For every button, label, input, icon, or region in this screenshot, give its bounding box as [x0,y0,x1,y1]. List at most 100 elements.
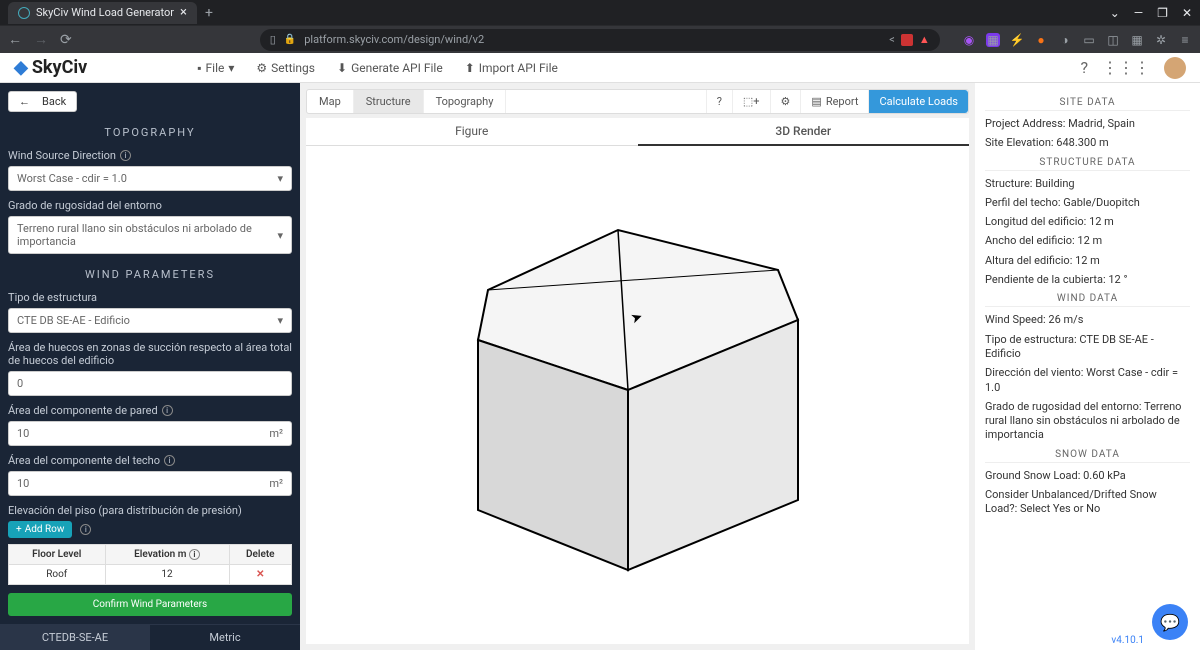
section-site-data: SITE DATA [985,97,1190,111]
maximize-icon[interactable]: ❐ [1157,6,1168,20]
area-pared-input[interactable] [8,421,261,446]
area-pared-label: Área del componente de paredi [8,404,292,417]
view-tabs: Figure 3D Render [306,118,969,146]
ext-icon[interactable]: ◫ [1106,33,1120,47]
warn-icon[interactable]: ▲ [919,33,930,46]
ext-icon[interactable]: ● [1034,33,1048,47]
info-icon[interactable]: i [120,150,131,161]
tipo-select[interactable]: CTE DB SE-AE - Edificio▾ [8,308,292,333]
building-height: Altura del edificio: 12 m [985,254,1190,268]
logo[interactable]: ◆ SkyCiv [14,57,87,78]
info-icon[interactable]: i [164,455,175,466]
minimize-icon[interactable]: ― [1134,6,1143,20]
back-icon[interactable]: ← [8,31,22,48]
address-bar: ← → ⟳ ▯ 🔒 platform.skyciv.com/design/win… [0,25,1200,53]
ext-icon[interactable]: ⚡ [1010,33,1024,47]
share-icon[interactable]: < [889,33,895,46]
forward-icon[interactable]: → [34,31,48,48]
wind-direction-select[interactable]: Worst Case - cdir = 1.0▾ [8,166,292,191]
reload-icon[interactable]: ⟳ [60,32,72,48]
code-tab[interactable]: CTEDB-SE-AE [0,625,150,650]
add-model-button[interactable]: ⬚+ [732,90,770,113]
th-elev: Elevation m i [105,545,229,565]
menu-icon[interactable]: ≡ [1178,33,1192,47]
project-address: Project Address: Madrid, Spain [985,117,1190,131]
file-icon: ▪ [197,61,201,75]
url-box[interactable]: ▯ 🔒 platform.skyciv.com/design/wind/v2 <… [260,29,940,51]
browser-tab[interactable]: SkyCiv Wind Load Generator × [8,2,197,24]
section-snow-data: SNOW DATA [985,449,1190,463]
add-row-button[interactable]: +Add Row [8,521,72,538]
info-icon[interactable]: i [80,524,91,535]
ext-icon[interactable]: ▦ [986,33,1000,47]
lock-icon: 🔒 [284,34,296,45]
right-panel: SITE DATA Project Address: Madrid, Spain… [975,83,1200,650]
figure-tab[interactable]: Figure [306,118,638,146]
area-huecos-input[interactable] [8,371,292,396]
sidebar: ←Back TOPOGRAPHY Wind Source Directioni … [0,83,300,650]
avatar[interactable] [1164,57,1186,79]
center-pane: Map Structure Topography ? ⬚+ ⚙ ▤Report … [300,83,975,650]
upload-icon: ⬆ [465,61,475,75]
wind-structure-type: Tipo de estructura: CTE DB SE-AE - Edifi… [985,333,1190,362]
delete-row-icon[interactable]: ✕ [256,569,264,580]
info-icon[interactable]: i [162,405,173,416]
3d-canvas[interactable]: ➤ [306,146,969,644]
ext-icon[interactable]: ▭ [1082,33,1096,47]
import-api-button[interactable]: ⬆Import API File [465,61,558,75]
chevron-down-icon: ▾ [277,172,283,185]
rugosidad-label: Grado de rugosidad del entorno [8,199,292,212]
ext-icon[interactable]: ◉ [962,33,976,47]
info-icon[interactable]: i [189,549,200,560]
roof-slope: Pendiente de la cubierta: 12 ° [985,273,1190,287]
gear-icon[interactable]: ✲ [1154,33,1168,47]
rugosidad-select[interactable]: Terreno rural llano sin obstáculos ni ar… [8,216,292,254]
report-icon: ▤ [811,95,821,108]
area-techo-input[interactable] [8,471,261,496]
view-toolbar: Map Structure Topography ? ⬚+ ⚙ ▤Report … [306,89,969,114]
plus-icon: + [16,524,22,535]
cube-plus-icon: ⬚+ [743,95,760,108]
url-text: platform.skyciv.com/design/wind/v2 [304,33,484,46]
chevron-down-icon: ▾ [277,229,283,242]
building-width: Ancho del edificio: 12 m [985,234,1190,248]
unit-label: m² [261,471,292,496]
tab-structure[interactable]: Structure [354,90,424,113]
help-button[interactable]: ? [706,90,732,113]
chat-icon[interactable]: 💬 [1152,604,1188,640]
wind-roughness: Grado de rugosidad del entorno: Terreno … [985,400,1190,443]
render-tab[interactable]: 3D Render [638,118,970,146]
chevron-down-icon: ▾ [277,314,283,327]
unit-tab[interactable]: Metric [150,625,300,650]
confirm-button[interactable]: Confirm Wind Parameters [8,593,292,616]
settings-button[interactable]: ⚙ [770,90,801,113]
elevation-label: Elevación del piso (para distribución de… [8,504,292,517]
add-tab-icon[interactable]: + [205,5,213,21]
report-button[interactable]: ▤Report [800,90,868,113]
section-structure-data: STRUCTURE DATA [985,157,1190,171]
file-menu[interactable]: ▪File▾ [197,61,234,75]
browser-titlebar: SkyCiv Wind Load Generator × + ⌄ ― ❐ ✕ [0,0,1200,25]
apps-grid-icon[interactable]: ⋮⋮⋮ [1102,58,1150,77]
ext-icon[interactable]: ◑ [1058,33,1072,47]
ext-icon[interactable]: ▦ [1130,33,1144,47]
shield-icon[interactable] [901,34,913,46]
back-button[interactable]: ←Back [8,91,77,112]
settings-menu[interactable]: ⚙Settings [256,61,315,75]
building-length: Longitud del edificio: 12 m [985,215,1190,229]
unit-label: m² [261,421,292,446]
generate-api-button[interactable]: ⬇Generate API File [337,61,443,75]
chevron-down-icon[interactable]: ⌄ [1110,6,1120,20]
window-controls: ⌄ ― ❐ ✕ [1110,6,1192,20]
site-elevation: Site Elevation: 648.300 m [985,136,1190,150]
bookmark-icon[interactable]: ▯ [270,33,276,46]
tab-map[interactable]: Map [307,90,354,113]
help-icon[interactable]: ? [1080,58,1088,77]
close-tab-icon[interactable]: × [180,5,187,20]
th-delete: Delete [229,545,291,565]
tab-topography[interactable]: Topography [424,90,507,113]
elevation-table: Floor LevelElevation m iDelete Roof12✕ [8,544,292,585]
close-window-icon[interactable]: ✕ [1182,6,1192,20]
calculate-button[interactable]: Calculate Loads [868,90,968,113]
section-title-wind: WIND PARAMETERS [8,268,292,281]
